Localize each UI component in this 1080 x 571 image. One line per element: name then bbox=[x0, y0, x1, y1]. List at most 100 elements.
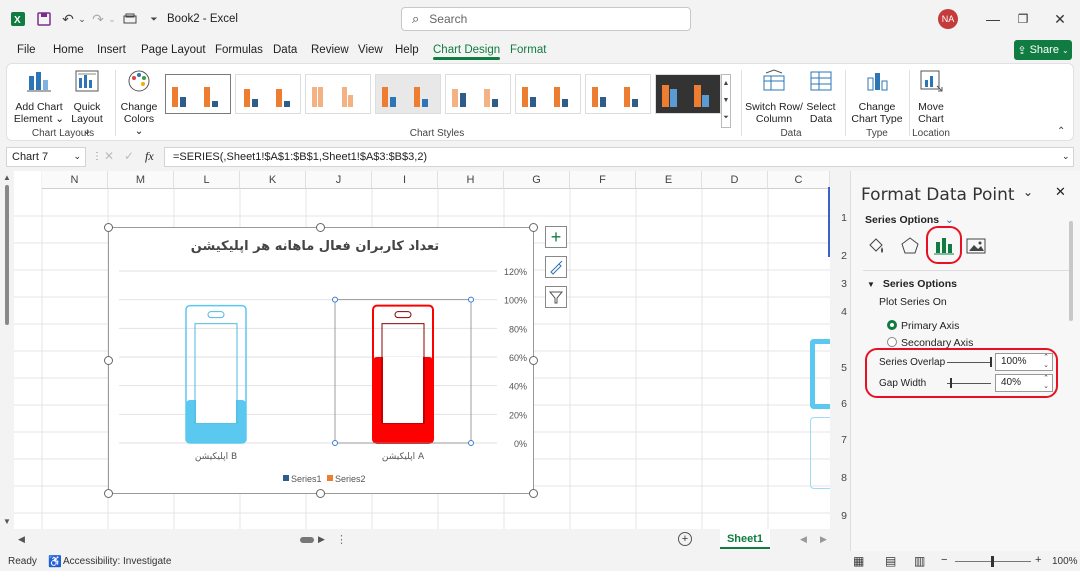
name-box[interactable]: Chart 7 ⌄ bbox=[6, 147, 86, 167]
close-pane-icon[interactable]: ✕ bbox=[1055, 184, 1066, 200]
sheet-nav-right-icon[interactable]: ▶ bbox=[820, 534, 827, 545]
gap-width-input[interactable]: 40% ⌃ ⌄ bbox=[995, 374, 1053, 392]
series-options-section[interactable]: ▼ Series Options bbox=[867, 278, 957, 290]
column-header[interactable]: L bbox=[174, 171, 240, 189]
restore-icon[interactable]: ❐ bbox=[1013, 9, 1033, 29]
tab-chart-design[interactable]: Chart Design bbox=[433, 44, 501, 60]
resize-handle[interactable] bbox=[104, 356, 113, 365]
close-window-icon[interactable]: ✕ bbox=[1050, 9, 1070, 29]
page-layout-view-icon[interactable]: ▤ bbox=[885, 554, 896, 568]
customize-toolbar-icon[interactable]: ⏷ bbox=[144, 9, 164, 29]
chart-object[interactable]: تعداد کاربران فعال ماهانه هر اپلیکیشن 12… bbox=[108, 227, 534, 494]
resize-handle[interactable] bbox=[104, 489, 113, 498]
resize-handle[interactable] bbox=[316, 489, 325, 498]
tab-help[interactable]: Help bbox=[395, 44, 419, 56]
series-overlap-slider-thumb[interactable] bbox=[990, 357, 992, 367]
column-header[interactable]: E bbox=[636, 171, 702, 189]
enter-icon[interactable]: ✓ bbox=[124, 149, 134, 163]
quick-layout-button[interactable]: Quick Layout ⌄ bbox=[67, 68, 107, 137]
chart-style-8[interactable] bbox=[655, 74, 721, 114]
horizontal-scroll-thumb[interactable] bbox=[300, 537, 314, 543]
switch-row-column-button[interactable]: Switch Row/ Column bbox=[745, 68, 803, 125]
cancel-icon[interactable]: ✕ bbox=[104, 149, 114, 163]
secondary-axis-radio[interactable] bbox=[887, 337, 897, 347]
search-box[interactable]: ⌕ Search bbox=[401, 7, 691, 31]
chart-style-3[interactable] bbox=[305, 74, 371, 114]
pane-scrollbar[interactable] bbox=[1069, 221, 1073, 321]
effects-icon[interactable] bbox=[899, 235, 921, 260]
column-header[interactable]: K bbox=[240, 171, 306, 189]
series-overlap-slider-track[interactable] bbox=[947, 362, 991, 363]
share-button[interactable]: ⇪ Share ⌄ bbox=[1014, 40, 1072, 60]
chart-style-1[interactable] bbox=[165, 74, 231, 114]
page-break-view-icon[interactable]: ▥ bbox=[914, 554, 925, 568]
scroll-thumb[interactable] bbox=[5, 185, 9, 325]
series-overlap-input[interactable]: 100% ⌃ ⌄ bbox=[995, 353, 1053, 371]
formula-input[interactable]: =SERIES(,Sheet1!$A$1:$B$1,Sheet1!$A$3:$B… bbox=[164, 147, 1074, 167]
column-header[interactable]: H bbox=[438, 171, 504, 189]
change-colors-button[interactable]: Change Colors ⌄ bbox=[119, 68, 159, 137]
accessibility-status[interactable]: Accessibility: Investigate bbox=[63, 556, 171, 567]
user-avatar[interactable]: NA bbox=[938, 9, 958, 29]
change-chart-type-button[interactable]: Change Chart Type bbox=[849, 68, 905, 125]
resize-handle[interactable] bbox=[104, 223, 113, 232]
pane-options-icon[interactable]: ⌄ bbox=[1023, 185, 1033, 199]
column-header[interactable]: I bbox=[372, 171, 438, 189]
zoom-in-icon[interactable]: + bbox=[1035, 554, 1041, 566]
column-header[interactable]: F bbox=[570, 171, 636, 189]
column-header[interactable]: D bbox=[702, 171, 768, 189]
column-header[interactable]: J bbox=[306, 171, 372, 189]
chart-styles-button[interactable] bbox=[545, 256, 567, 278]
picture-icon[interactable] bbox=[965, 235, 987, 260]
tab-data[interactable]: Data bbox=[273, 44, 297, 56]
tab-page-layout[interactable]: Page Layout bbox=[141, 44, 206, 56]
column-header[interactable]: M bbox=[108, 171, 174, 189]
gap-width-slider-thumb[interactable] bbox=[949, 378, 952, 388]
chart-style-7[interactable] bbox=[585, 74, 651, 114]
scroll-up-icon[interactable]: ▲ bbox=[3, 173, 11, 182]
zoom-level[interactable]: 100% bbox=[1052, 556, 1078, 567]
resize-handle[interactable] bbox=[529, 489, 538, 498]
collapse-ribbon-icon[interactable]: ⌃ bbox=[1057, 126, 1065, 137]
sheet-nav-left-icon[interactable]: ◀ bbox=[800, 534, 807, 545]
column-header[interactable]: G bbox=[504, 171, 570, 189]
minimize-icon[interactable]: — bbox=[983, 9, 1003, 29]
tab-view[interactable]: View bbox=[358, 44, 383, 56]
fill-line-icon[interactable] bbox=[865, 235, 887, 260]
chart-title[interactable]: تعداد کاربران فعال ماهانه هر اپلیکیشن bbox=[191, 239, 439, 254]
zoom-slider-thumb[interactable] bbox=[991, 556, 994, 567]
chart-style-5[interactable] bbox=[445, 74, 511, 114]
save-icon[interactable] bbox=[34, 9, 54, 29]
series-options-dropdown[interactable]: Series Options ⌄ bbox=[865, 214, 954, 226]
series-options-icon[interactable] bbox=[933, 234, 955, 259]
chart-filters-button[interactable] bbox=[545, 286, 567, 308]
resize-handle[interactable] bbox=[529, 356, 538, 365]
column-header[interactable]: C bbox=[768, 171, 830, 189]
vertical-scrollbar[interactable]: ▲ ▼ bbox=[0, 171, 14, 529]
tab-home[interactable]: Home bbox=[53, 44, 84, 56]
expand-formula-icon[interactable]: ⌄ bbox=[1062, 151, 1070, 162]
chart-style-2[interactable] bbox=[235, 74, 301, 114]
sheet-tab-sheet1[interactable]: Sheet1 bbox=[720, 529, 770, 549]
primary-axis-label[interactable]: Primary Axis bbox=[901, 320, 959, 332]
spinner-arrows-icon[interactable]: ⌃ ⌄ bbox=[1043, 375, 1049, 391]
tab-format[interactable]: Format bbox=[510, 44, 546, 56]
chart-style-4[interactable] bbox=[375, 74, 441, 114]
select-data-button[interactable]: Select Data bbox=[805, 68, 837, 125]
spinner-arrows-icon[interactable]: ⌃ ⌄ bbox=[1043, 354, 1049, 370]
column-header[interactable]: N bbox=[42, 171, 108, 189]
scroll-down-icon[interactable]: ▼ bbox=[3, 517, 11, 526]
insert-function-icon[interactable]: fx bbox=[145, 149, 154, 164]
redo-dropdown-icon[interactable]: ⌄ bbox=[102, 9, 122, 29]
gap-width-slider-track[interactable] bbox=[947, 383, 991, 384]
zoom-out-icon[interactable]: − bbox=[941, 554, 947, 566]
move-chart-button[interactable]: Move Chart bbox=[911, 68, 951, 125]
scroll-right-icon[interactable]: ▶ bbox=[318, 534, 325, 545]
tab-formulas[interactable]: Formulas bbox=[215, 44, 263, 56]
chart-legend[interactable]: Series1 Series2 bbox=[283, 474, 366, 484]
normal-view-icon[interactable]: ▦ bbox=[853, 554, 864, 568]
tab-file[interactable]: File bbox=[17, 44, 36, 56]
add-sheet-button[interactable]: + bbox=[678, 532, 692, 546]
chart-elements-button[interactable]: + bbox=[545, 226, 567, 248]
chart-styles-scroll[interactable]: ▲ ▼ ⏷ bbox=[721, 74, 731, 128]
